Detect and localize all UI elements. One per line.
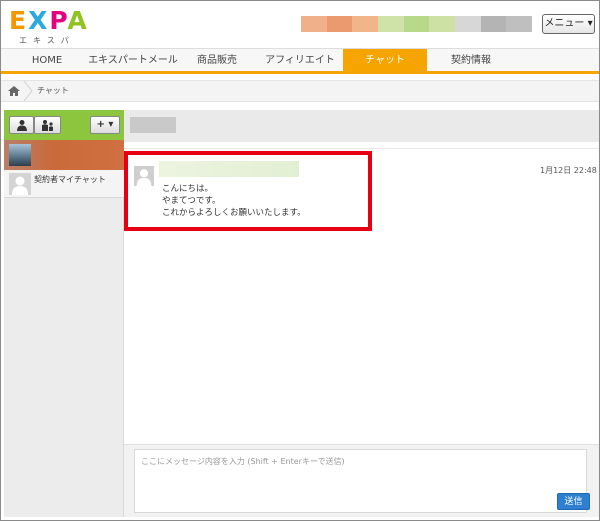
group-icon (41, 120, 53, 131)
add-chat-button[interactable]: + ▾ (90, 116, 120, 134)
menu-button[interactable]: メニュー ▾ (542, 14, 595, 34)
chat-item-active[interactable] (4, 140, 124, 170)
logo-wordmark: EXPA (9, 6, 89, 35)
nav-chat[interactable]: チャット (343, 49, 427, 72)
chat-thumbnail (9, 144, 31, 166)
composer: 送信 (124, 444, 599, 517)
home-icon[interactable] (7, 85, 21, 97)
blurred-account-info (301, 16, 533, 32)
nav-contract-info[interactable]: 契約情報 (431, 49, 511, 72)
breadcrumb-separator (23, 81, 33, 101)
group-user-button[interactable] (34, 116, 61, 134)
blurred-chat-title (130, 117, 176, 133)
single-user-button[interactable] (9, 116, 34, 134)
red-highlight-box (124, 151, 372, 231)
breadcrumb: チャット (1, 80, 599, 102)
nav-home[interactable]: HOME (15, 49, 79, 72)
message-input[interactable] (135, 450, 586, 490)
breadcrumb-current: チャット (37, 86, 69, 95)
chat-item-label: 契約者マイチャット (34, 175, 106, 184)
default-avatar-icon (12, 176, 28, 195)
sidebar-toolbar: + ▾ (4, 110, 124, 140)
message-input-box: 送信 (134, 449, 590, 513)
user-icon (16, 120, 27, 131)
message-timestamp: 1月12日 22:48 (540, 166, 597, 175)
nav-affiliate[interactable]: アフィリエイト (257, 49, 343, 72)
chat-sidebar: + ▾ 契約者マイチャット (4, 110, 124, 517)
chat-header (124, 110, 599, 142)
header: EXPA エキスパ メニュー ▾ (1, 1, 599, 48)
expa-logo[interactable]: EXPA エキスパ (9, 6, 89, 46)
main-nav: HOME エキスパートメール 商品販売 アフィリエイト チャット 契約情報 (1, 48, 599, 74)
send-button[interactable]: 送信 (557, 493, 590, 510)
nav-product-sales[interactable]: 商品販売 (183, 49, 251, 72)
nav-expert-mail[interactable]: エキスパートメール (83, 49, 183, 72)
logo-subtitle: エキスパ (19, 36, 75, 45)
chat-item-contract-my-chat[interactable]: 契約者マイチャット (4, 170, 124, 198)
avatar (9, 173, 31, 195)
